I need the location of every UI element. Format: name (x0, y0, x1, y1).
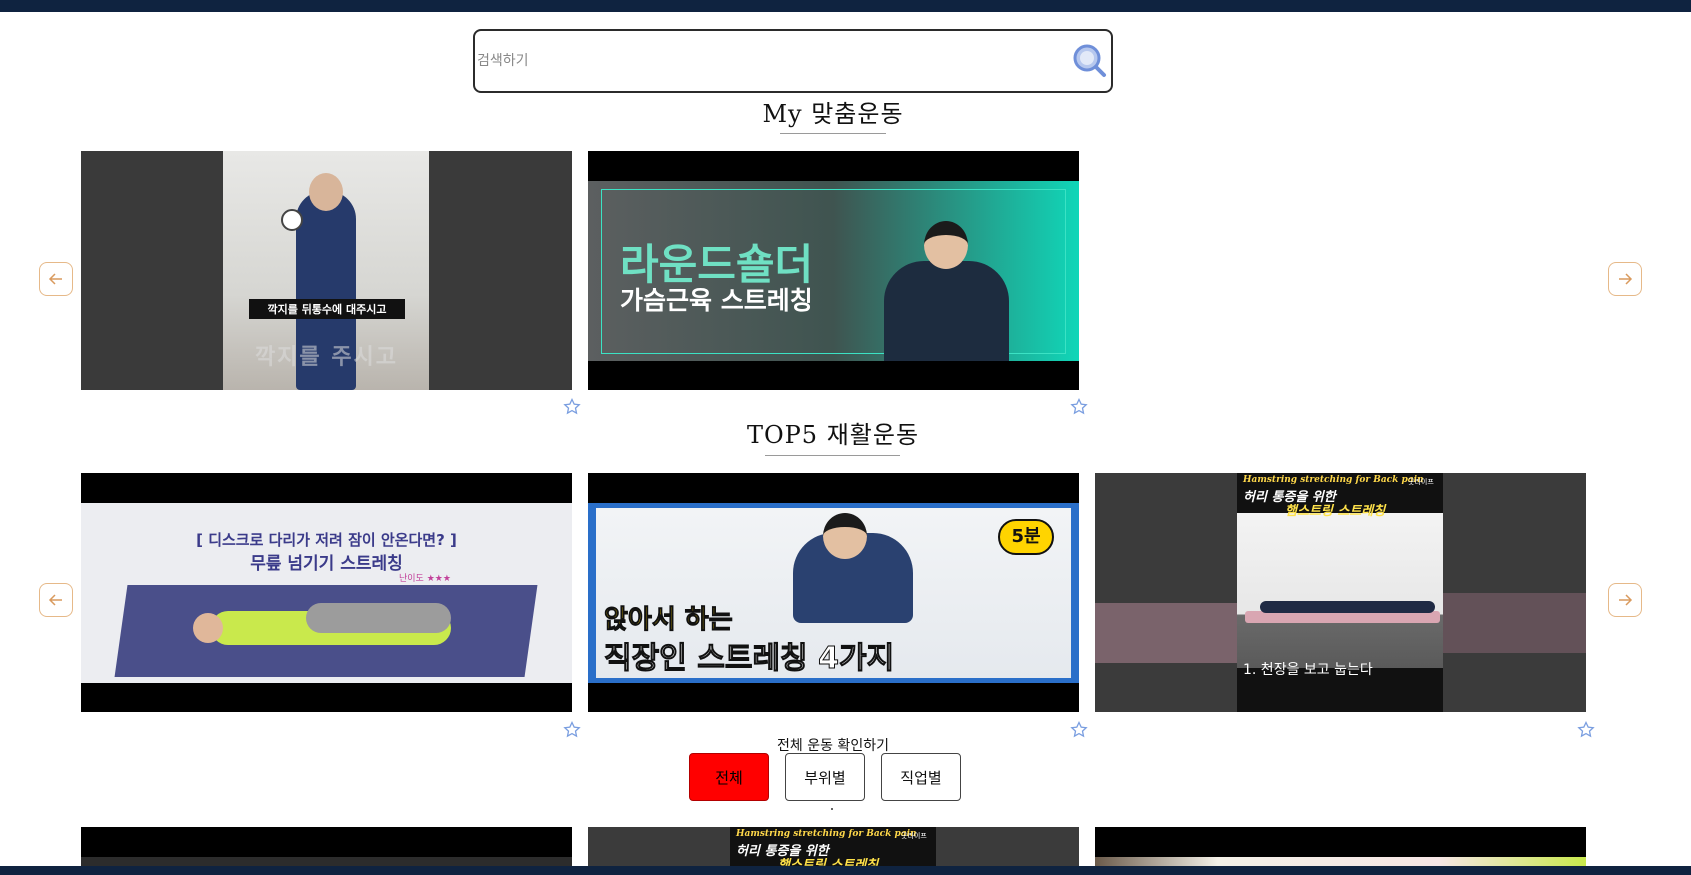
all-exercise-label: 전체 운동 확인하기 (777, 738, 889, 754)
thumbnail-subline: 햄스트링 스트레칭 (778, 858, 879, 866)
video-thumbnail-my-2[interactable]: 라운드숄더 가슴근육 스트레칭 (588, 151, 1079, 390)
video-thumbnail-bottom-1[interactable] (81, 827, 572, 866)
thumbnail-subline: 가슴근육 스트레칭 (620, 286, 813, 315)
section-title-my-exercise: My 맞춤운동 (762, 100, 904, 128)
arrow-right-icon (1619, 594, 1633, 606)
thumbnail-brand: 굿라이프 (1408, 478, 1434, 486)
side-mat-right (1443, 593, 1586, 653)
carousel-next-button[interactable] (1608, 262, 1642, 296)
star-icon[interactable] (563, 721, 581, 739)
video-thumbnail-top5-1[interactable]: [ 디스크로 다리가 저려 잠이 안온다면? ] 무릎 넘기기 스트레칭 난이도… (81, 473, 572, 712)
arrow-right-icon (1619, 273, 1633, 285)
arrow-left-icon (48, 594, 62, 606)
person-head (193, 613, 223, 643)
star-icon[interactable] (1070, 398, 1088, 416)
search-box[interactable] (473, 29, 1113, 93)
carousel-prev-button[interactable] (39, 262, 73, 296)
video-thumbnail-top5-2[interactable]: 5분 앉아서 하는 직장인 스트레칭 4가지 (588, 473, 1079, 712)
tab-occupation[interactable]: 직업별 (881, 753, 961, 801)
search-icon[interactable] (1071, 42, 1107, 78)
carousel-prev-button[interactable] (39, 583, 73, 617)
tab-all[interactable]: 전체 (689, 753, 769, 801)
person-figure (884, 261, 1009, 361)
arrow-left-icon (48, 273, 62, 285)
thumbnail-room (1237, 513, 1443, 668)
tab-dot (831, 808, 833, 810)
thumbnail-subline: 무릎 넘기기 스트레칭 (250, 554, 403, 574)
star-icon[interactable] (1070, 721, 1088, 739)
thumbnail-subline: 직장인 스트레칭 4가지 (603, 641, 895, 677)
thumbnail-banner (1095, 857, 1586, 866)
clock-decoration (281, 209, 303, 231)
bottom-bar (0, 866, 1691, 875)
star-icon[interactable] (1577, 721, 1595, 739)
person-head (823, 513, 867, 559)
thumbnail-banner (81, 857, 572, 866)
thumbnail-bg-caption: 깍지를 주시고 (254, 345, 399, 370)
thumbnail-top-en: Hamstring stretching for Back pain (736, 829, 917, 839)
video-thumbnail-top5-3[interactable]: Hamstring stretching for Back pain 굿라이프 … (1095, 473, 1586, 712)
person-legs (306, 603, 451, 633)
thumbnail-brand: 굿라이프 (901, 832, 927, 840)
video-thumbnail-bottom-3[interactable] (1095, 827, 1586, 866)
thumbnail-overlay-caption: 깍지를 뒤통수에 대주시고 (249, 299, 405, 319)
carousel-next-button[interactable] (1608, 583, 1642, 617)
video-thumbnail-bottom-2[interactable]: Hamstring stretching for Back pain 굿라이프 … (588, 827, 1079, 866)
title-underline (765, 455, 900, 456)
star-icon[interactable] (563, 398, 581, 416)
thumbnail-headline: [ 디스크로 다리가 저려 잠이 안온다면? ] (196, 531, 457, 549)
title-underline (780, 133, 886, 134)
thumbnail-top-en: Hamstring stretching for Back pain (1243, 475, 1424, 485)
thumbnail-headline: 앉아서 하는 (604, 605, 734, 636)
thumbnail-badge: 5분 (998, 519, 1054, 555)
person-figure (1260, 601, 1435, 613)
tab-body-part[interactable]: 부위별 (785, 753, 865, 801)
search-input[interactable] (477, 43, 1037, 79)
thumbnail-subline: 햄스트링 스트레칭 (1285, 504, 1386, 519)
thumbnail-caption: 1. 천장을 보고 눕는다 (1243, 662, 1373, 678)
person-head (924, 221, 968, 269)
section-title-top5: TOP5 재활운동 (746, 421, 920, 449)
thumbnail-badge: 난이도 ★★★ (399, 574, 451, 584)
video-thumbnail-my-1[interactable]: 깍지를 뒤통수에 대주시고 깍지를 주시고 (81, 151, 572, 390)
side-mat-left (1095, 603, 1237, 663)
top-nav-bar (0, 0, 1691, 12)
person-head (309, 173, 343, 211)
